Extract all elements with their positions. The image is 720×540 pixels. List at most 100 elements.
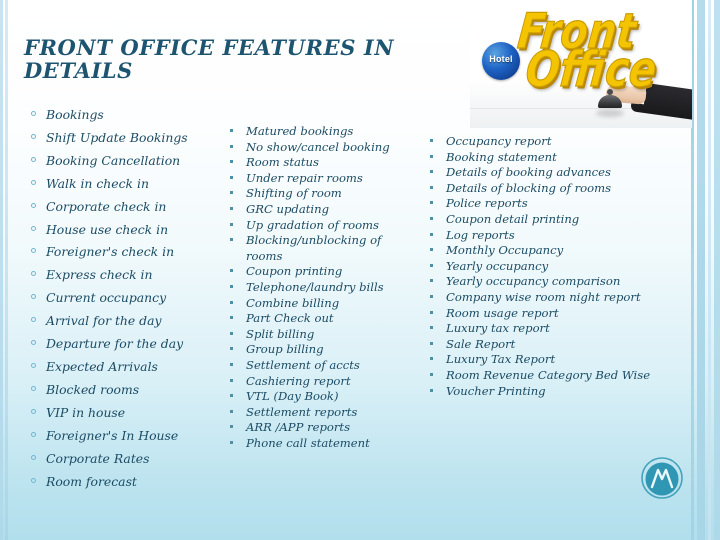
circle-bullet-icon bbox=[31, 477, 36, 483]
list-item-label: Part Check out bbox=[246, 311, 334, 326]
list-item-label: Room usage report bbox=[446, 305, 559, 320]
list-item-label: Coupon detail printing bbox=[446, 211, 580, 226]
square-bullet-icon bbox=[230, 175, 233, 179]
list-item: Shift Update Bookings bbox=[30, 127, 220, 150]
list-item: Blocked rooms bbox=[30, 379, 220, 402]
hotel-globe-badge: Hotel bbox=[482, 42, 520, 80]
square-bullet-icon bbox=[230, 191, 233, 195]
square-bullet-icon bbox=[230, 284, 233, 288]
square-bullet-icon bbox=[230, 409, 233, 413]
circle-bullet-icon bbox=[31, 202, 36, 208]
list-item-label: Settlement of accts bbox=[246, 357, 360, 372]
square-bullet-icon bbox=[430, 139, 433, 142]
list-item: Bookings bbox=[30, 104, 220, 127]
circle-bullet-icon bbox=[31, 317, 36, 323]
list-item: Coupon printing bbox=[228, 264, 408, 280]
square-bullet-icon bbox=[430, 294, 433, 298]
list-item-label: GRC updating bbox=[246, 201, 330, 216]
square-bullet-icon bbox=[230, 378, 233, 382]
list-item-label: Phone call statement bbox=[246, 435, 370, 450]
square-bullet-icon bbox=[430, 185, 433, 189]
list-item-label: Room Revenue Category Bed Wise bbox=[446, 367, 651, 382]
list-item-label: Arrival for the day bbox=[46, 313, 162, 329]
list-item: Phone call statement bbox=[228, 436, 408, 452]
square-bullet-icon bbox=[230, 316, 233, 320]
list-item: Express check in bbox=[30, 264, 220, 287]
bell-reflection bbox=[596, 109, 624, 117]
list-item-label: Split billing bbox=[246, 326, 315, 341]
square-bullet-icon bbox=[230, 222, 233, 226]
circle-bullet-icon bbox=[31, 271, 36, 277]
list-item: Blocking/unblocking of rooms bbox=[228, 233, 408, 264]
list-item-label: Matured bookings bbox=[246, 124, 354, 138]
list-item-label: Bookings bbox=[46, 107, 104, 122]
square-bullet-icon bbox=[430, 326, 433, 330]
list-item: Foreigner's In House bbox=[30, 425, 220, 448]
right-edge-stripe-d bbox=[714, 0, 720, 540]
list-item: Expected Arrivals bbox=[30, 356, 220, 379]
list-item-label: Current occupancy bbox=[46, 290, 167, 306]
list-item-label: VIP in house bbox=[46, 404, 126, 420]
list-item-label: Corporate check in bbox=[46, 198, 167, 214]
square-bullet-icon bbox=[230, 206, 233, 210]
list-item: ARR /APP reports bbox=[228, 420, 408, 436]
list-item: Yearly occupancy comparison bbox=[428, 274, 658, 290]
list-item: Telephone/laundry bills bbox=[228, 280, 408, 296]
square-bullet-icon bbox=[230, 269, 233, 273]
list-item-label: Blocking/unblocking of rooms bbox=[246, 233, 382, 263]
circle-bullet-icon bbox=[31, 179, 36, 185]
circle-bullet-icon bbox=[31, 385, 36, 391]
list-item-label: Shift Update Bookings bbox=[46, 129, 188, 145]
list-item: Up gradation of rooms bbox=[228, 218, 408, 234]
circle-bullet-icon bbox=[31, 408, 36, 414]
list-item-label: Luxury tax report bbox=[446, 321, 550, 336]
list-item: Room status bbox=[228, 155, 408, 171]
list-item-label: Foreigner's check in bbox=[46, 244, 175, 260]
list-item: Combine billing bbox=[228, 296, 408, 312]
circle-bullet-icon bbox=[31, 454, 36, 460]
list-item-label: Room forecast bbox=[46, 473, 137, 489]
list-item: Group billing bbox=[228, 342, 408, 358]
list-item: Details of blocking of rooms bbox=[428, 181, 658, 197]
square-bullet-icon bbox=[230, 238, 233, 242]
square-bullet-icon bbox=[230, 425, 233, 429]
list-item-label: House use check in bbox=[46, 221, 169, 237]
feature-list-middle: Matured bookings No show/cancel booking Ro… bbox=[228, 124, 408, 451]
square-bullet-icon bbox=[230, 347, 233, 351]
square-bullet-icon bbox=[230, 440, 233, 444]
square-bullet-icon bbox=[430, 154, 433, 158]
list-item-label: Room status bbox=[246, 155, 319, 170]
front-office-hero-image: Front Office Hotel bbox=[470, 0, 692, 128]
list-item: Log reports bbox=[428, 228, 658, 244]
slide-canvas: FRONT OFFICE FEATURES IN DETAILS Front O… bbox=[0, 0, 720, 540]
list-item-label: Yearly occupancy bbox=[446, 258, 549, 273]
left-edge-stripe-inner bbox=[5, 0, 8, 540]
right-edge-stripe-c bbox=[708, 0, 711, 540]
circle-bullet-icon bbox=[31, 362, 36, 368]
monogram-m-logo bbox=[641, 457, 683, 499]
list-item-label: Log reports bbox=[446, 227, 515, 242]
square-bullet-icon bbox=[230, 144, 233, 148]
list-item: VTL (Day Book) bbox=[228, 389, 408, 405]
square-bullet-icon bbox=[430, 216, 433, 220]
square-bullet-icon bbox=[430, 248, 433, 252]
feature-list-right: Occupancy report Booking statement Details… bbox=[428, 134, 658, 399]
list-item: House use check in bbox=[30, 219, 220, 242]
list-item-label: Corporate Rates bbox=[46, 450, 150, 466]
feature-list-left: Bookings Shift Update Bookings Booking Can… bbox=[30, 104, 220, 493]
list-item-label: Luxury Tax Report bbox=[446, 352, 556, 367]
list-item: Cashiering report bbox=[228, 374, 408, 390]
circle-bullet-icon bbox=[31, 225, 36, 231]
list-item-label: Expected Arrivals bbox=[46, 358, 158, 374]
list-item-label: Voucher Printing bbox=[446, 383, 546, 398]
list-item-label: ARR /APP reports bbox=[246, 420, 351, 435]
list-item-label: Settlement reports bbox=[246, 404, 358, 419]
feature-list-middle-items: Matured bookings No show/cancel booking Ro… bbox=[228, 124, 408, 451]
circle-bullet-icon bbox=[31, 248, 36, 254]
list-item: GRC updating bbox=[228, 202, 408, 218]
page-title: FRONT OFFICE FEATURES IN DETAILS bbox=[24, 35, 395, 84]
square-bullet-icon bbox=[230, 362, 233, 366]
circle-bullet-icon bbox=[31, 133, 36, 139]
list-item: Voucher Printing bbox=[428, 384, 658, 400]
square-bullet-icon bbox=[230, 160, 233, 164]
